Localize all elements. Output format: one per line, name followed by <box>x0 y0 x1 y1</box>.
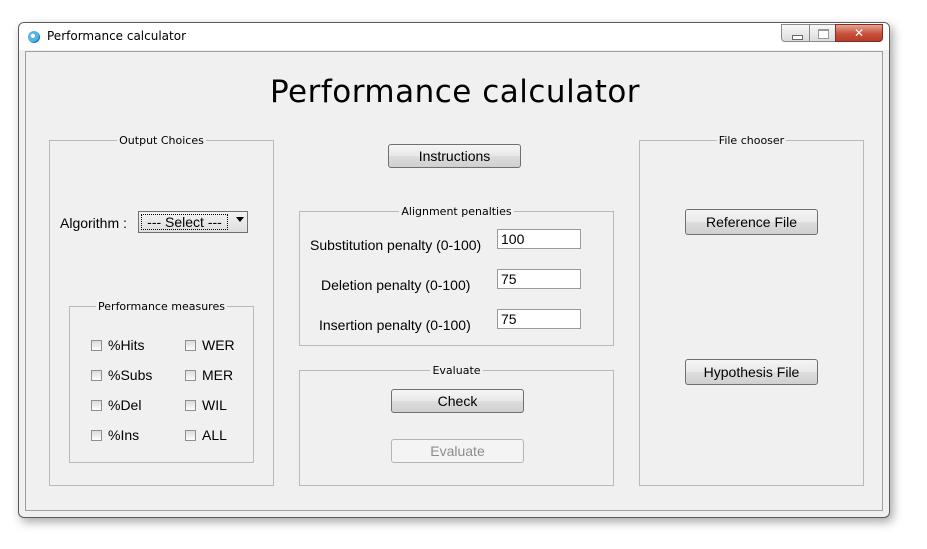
checkbox-mer[interactable]: MER <box>185 367 233 383</box>
app-window: Performance calculator ✕ Performance cal… <box>18 22 890 518</box>
main-panel: Performance calculator Output Choices Al… <box>25 51 883 511</box>
checkbox-box[interactable] <box>91 399 102 411</box>
checkbox-label: %Subs <box>108 367 153 383</box>
checkbox-box[interactable] <box>91 369 102 381</box>
algorithm-label: Algorithm : <box>60 215 127 231</box>
page-title: Performance calculator <box>269 74 641 110</box>
checkbox-hits[interactable]: %Hits <box>91 337 145 353</box>
app-icon <box>28 31 40 43</box>
maximize-icon <box>810 25 835 41</box>
title-bar[interactable]: Performance calculator ✕ <box>19 23 889 50</box>
checkbox-wer[interactable]: WER <box>185 337 235 353</box>
hypothesis-file-button[interactable]: Hypothesis File <box>685 359 818 385</box>
checkbox-label: %Hits <box>108 337 145 353</box>
checkbox-subs[interactable]: %Subs <box>91 367 152 383</box>
chevron-down-icon <box>236 217 244 222</box>
insertion-penalty-input[interactable]: 75 <box>497 309 581 329</box>
checkbox-box[interactable] <box>185 369 196 381</box>
close-icon: ✕ <box>853 26 865 40</box>
checkbox-box[interactable] <box>185 339 196 351</box>
instructions-button[interactable]: Instructions <box>388 144 521 168</box>
algorithm-select-value: --- Select --- <box>141 214 228 230</box>
checkbox-box[interactable] <box>185 429 196 441</box>
checkbox-label: %Ins <box>108 427 140 443</box>
output-choices-legend: Output Choices <box>119 134 204 147</box>
checkbox-label: WIL <box>202 397 227 413</box>
substitution-penalty-input[interactable]: 100 <box>497 229 581 249</box>
checkbox-box[interactable] <box>91 339 102 351</box>
file-chooser-legend: File chooser <box>718 134 785 147</box>
window-title: Performance calculator <box>47 29 187 43</box>
checkbox-label: WER <box>202 337 235 353</box>
substitution-penalty-label: Substitution penalty (0-100) <box>310 237 482 253</box>
file-chooser-group: File chooser <box>639 134 864 486</box>
checkbox-wil[interactable]: WIL <box>185 397 227 413</box>
checkbox-box[interactable] <box>91 429 102 441</box>
checkbox-ins[interactable]: %Ins <box>91 427 139 443</box>
evaluate-button[interactable]: Evaluate <box>391 439 524 463</box>
check-button[interactable]: Check <box>391 389 524 413</box>
close-button[interactable]: ✕ <box>835 24 883 42</box>
checkbox-del[interactable]: %Del <box>91 397 141 413</box>
deletion-penalty-input[interactable]: 75 <box>497 269 581 289</box>
insertion-penalty-label: Insertion penalty (0-100) <box>319 317 471 333</box>
checkbox-all[interactable]: ALL <box>185 427 227 443</box>
checkbox-label: MER <box>202 367 234 383</box>
performance-measures-legend: Performance measures <box>98 300 225 313</box>
checkbox-label: ALL <box>202 427 227 443</box>
alignment-penalties-legend: Alignment penalties <box>401 205 512 218</box>
minimize-button[interactable] <box>781 24 810 42</box>
checkbox-box[interactable] <box>185 399 196 411</box>
evaluate-legend: Evaluate <box>432 364 481 377</box>
deletion-penalty-label: Deletion penalty (0-100) <box>321 277 471 293</box>
algorithm-select[interactable]: --- Select --- <box>138 211 248 233</box>
minimize-icon <box>782 25 809 41</box>
checkbox-label: %Del <box>108 397 142 413</box>
evaluate-group: Evaluate <box>299 364 614 486</box>
maximize-button[interactable] <box>809 24 836 42</box>
reference-file-button[interactable]: Reference File <box>685 209 818 235</box>
